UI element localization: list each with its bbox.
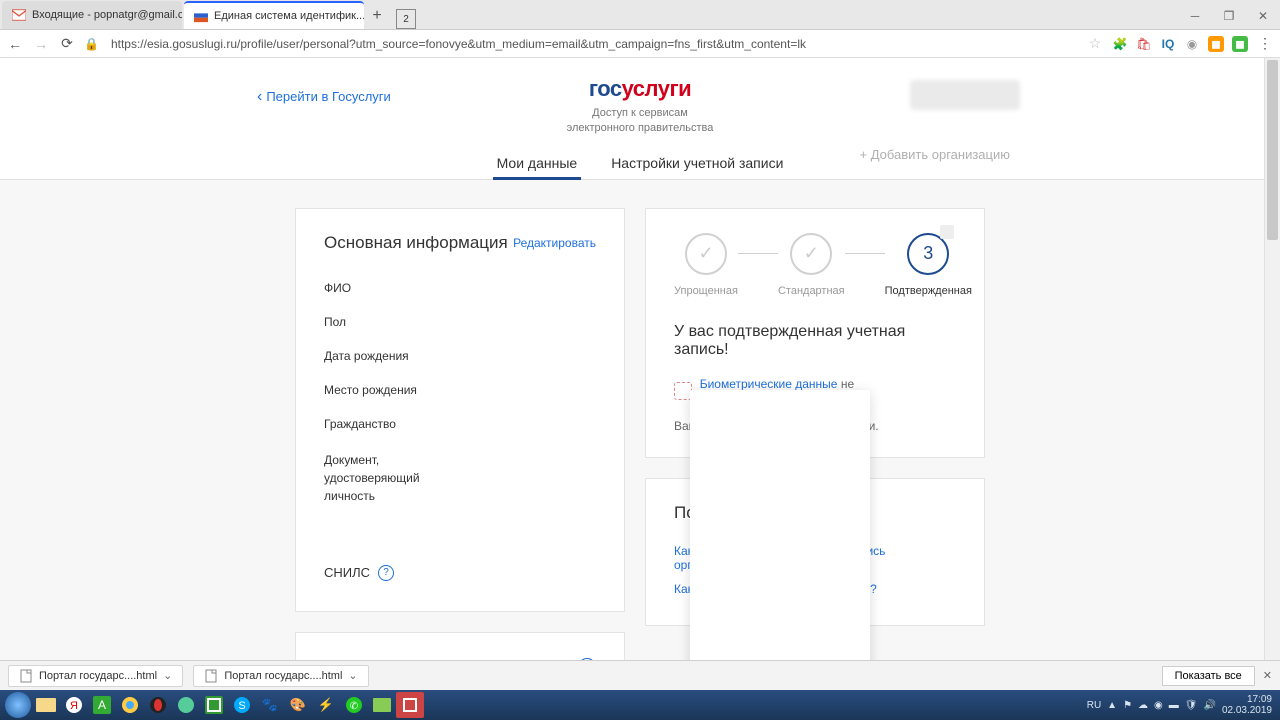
system-tray: RU ▲ ⚑ ☁ ◉ ▬ 🛡 🔊 17:09 02.03.2019 <box>1087 694 1276 716</box>
gmail-icon <box>12 8 26 22</box>
extension-icon[interactable]: 🛍 <box>1136 36 1152 52</box>
back-to-gosuslugi-link[interactable]: Перейти в Госуслуги <box>257 88 391 106</box>
explorer-icon[interactable] <box>32 692 60 718</box>
file-icon <box>19 669 33 683</box>
chrome-icon[interactable] <box>116 692 144 718</box>
tab-label: Входящие - popnatgr@gmail.c <box>32 9 182 21</box>
svg-text:✆: ✆ <box>350 701 358 712</box>
field-dob: Дата рождения <box>324 339 596 373</box>
tray-icon[interactable]: ◉ <box>1154 700 1163 711</box>
file-icon <box>204 669 218 683</box>
lock-icon: 🔒 <box>84 37 99 51</box>
chevron-down-icon[interactable]: ⌄ <box>163 669 172 682</box>
paint-icon[interactable]: 🎨 <box>284 692 312 718</box>
ru-flag-icon <box>194 9 208 23</box>
scrollbar-thumb[interactable] <box>1267 60 1278 240</box>
app-icon[interactable] <box>172 692 200 718</box>
app-icon[interactable] <box>396 692 424 718</box>
opera-icon[interactable] <box>144 692 172 718</box>
extension-icon[interactable]: ◼ <box>1232 36 1248 52</box>
reload-button[interactable]: ⟳ <box>58 35 76 52</box>
extension-icon[interactable]: 🧩 <box>1112 36 1128 52</box>
step-standard: ✓ Стандартная <box>778 233 845 297</box>
svg-text:Я: Я <box>70 700 78 712</box>
app-icon[interactable]: ⚡ <box>312 692 340 718</box>
minimize-button[interactable]: ─ <box>1178 3 1212 29</box>
check-icon: ✓ <box>698 243 713 264</box>
svg-text:A: A <box>98 698 106 712</box>
close-icon[interactable]: ✕ <box>1263 669 1272 682</box>
scrollbar[interactable] <box>1264 58 1280 660</box>
app-icon[interactable] <box>200 692 228 718</box>
browser-tab-gmail[interactable]: Входящие - popnatgr@gmail.c <box>2 1 182 29</box>
app-icon[interactable]: 🐾 <box>256 692 284 718</box>
field-snils: СНИЛС ? <box>324 565 596 581</box>
edit-link[interactable]: Редактировать <box>513 236 596 250</box>
volume-icon[interactable]: 🔊 <box>1203 700 1215 711</box>
yandex-icon[interactable]: Я <box>60 692 88 718</box>
main-info-card: Основная информация Редактировать ФИО По… <box>295 208 625 612</box>
window-controls: ─ ❐ ✕ <box>1178 3 1280 29</box>
redacted-overlay <box>690 390 870 660</box>
new-tab-button[interactable]: + <box>364 3 390 29</box>
download-item[interactable]: Портал государс....html ⌄ <box>193 665 368 687</box>
page-viewport: Перейти в Госуслуги госуслуги Доступ к с… <box>0 58 1280 660</box>
biometric-link[interactable]: Биометрические данные <box>700 377 838 391</box>
field-citizenship: Гражданство <box>324 407 596 441</box>
site-subtitle: Доступ к сервисамэлектронного правительс… <box>0 106 1280 137</box>
tray-icon[interactable]: ▲ <box>1107 700 1117 711</box>
extension-icon[interactable]: ◉ <box>1184 36 1200 52</box>
app-icon[interactable] <box>368 692 396 718</box>
extension-icon[interactable]: IQ <box>1160 36 1176 52</box>
check-icon: ✓ <box>804 243 819 264</box>
close-window-button[interactable]: ✕ <box>1246 3 1280 29</box>
tray-icon[interactable]: 🛡 <box>1185 700 1198 711</box>
step-confirmed: 3 Подтвержденная <box>885 233 972 297</box>
tab-list-button[interactable]: 2 <box>396 9 416 29</box>
taskbar: Я A S 🐾 🎨 ⚡ ✆ RU ▲ ⚑ ☁ ◉ ▬ 🛡 🔊 17:09 02.… <box>0 690 1280 720</box>
user-badge[interactable] <box>910 80 1020 110</box>
app-icon[interactable]: A <box>88 692 116 718</box>
field-gender: Пол <box>324 305 596 339</box>
browser-tab-esia[interactable]: Единая система идентифик... × <box>184 1 364 29</box>
field-fio: ФИО <box>324 271 596 305</box>
tab-account-settings[interactable]: Настройки учетной записи <box>609 147 785 179</box>
help-icon[interactable]: ? <box>378 565 394 581</box>
extension-icon[interactable]: ◼ <box>1208 36 1224 52</box>
site-header: Перейти в Госуслуги госуслуги Доступ к с… <box>0 58 1280 147</box>
tray-icon[interactable]: ▬ <box>1169 700 1179 711</box>
field-pob: Место рождения <box>324 373 596 407</box>
download-item[interactable]: Портал государс....html ⌄ <box>8 665 183 687</box>
browser-tab-strip: Входящие - popnatgr@gmail.c Единая систе… <box>0 0 1280 30</box>
status-title: У вас подтвержденная учетная запись! <box>674 323 956 359</box>
tray-icon[interactable]: ☁ <box>1138 700 1148 711</box>
chevron-down-icon[interactable]: ⌄ <box>348 669 357 682</box>
tray-icon[interactable]: ⚑ <box>1123 700 1132 711</box>
forward-button[interactable]: → <box>32 36 50 52</box>
whatsapp-icon[interactable]: ✆ <box>340 692 368 718</box>
svg-text:S: S <box>238 700 245 712</box>
add-organization-link[interactable]: + Добавить организацию <box>859 147 1010 162</box>
downloads-shelf: Портал государс....html ⌄ Портал государ… <box>0 660 1280 690</box>
maximize-button[interactable]: ❐ <box>1212 3 1246 29</box>
contact-info-card: Контактная информация ⌃ <box>295 632 625 660</box>
back-button[interactable]: ← <box>6 36 24 52</box>
lang-indicator[interactable]: RU <box>1087 700 1101 711</box>
tab-my-data[interactable]: Мои данные <box>495 147 580 179</box>
clock[interactable]: 17:09 02.03.2019 <box>1222 694 1276 716</box>
menu-icon[interactable]: ⋮ <box>1256 35 1274 52</box>
card-title: Основная информация <box>324 233 508 253</box>
star-icon[interactable]: ☆ <box>1086 35 1104 52</box>
site-logo[interactable]: госуслуги <box>0 76 1280 102</box>
browser-toolbar: ← → ⟳ 🔒 https://esia.gosuslugi.ru/profil… <box>0 30 1280 58</box>
skype-icon[interactable]: S <box>228 692 256 718</box>
address-bar[interactable]: https://esia.gosuslugi.ru/profile/user/p… <box>107 35 1078 53</box>
show-all-downloads-button[interactable]: Показать все <box>1162 666 1255 686</box>
badge-icon <box>940 225 954 239</box>
profile-nav: Мои данные Настройки учетной записи + До… <box>0 147 1280 180</box>
tab-label: Единая система идентифик... <box>214 10 364 22</box>
field-id-doc: Документ, удостоверяющий личность <box>324 441 596 515</box>
step-simplified: ✓ Упрощенная <box>674 233 738 297</box>
start-button[interactable] <box>4 692 32 718</box>
